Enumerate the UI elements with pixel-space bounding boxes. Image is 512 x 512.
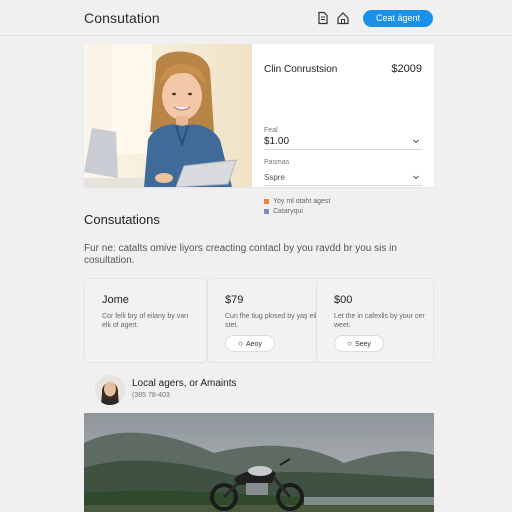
chevron-down-icon (412, 173, 420, 181)
form-price: $2009 (391, 63, 422, 75)
top-header: Consutation Ceat ägent (0, 0, 512, 36)
circle-icon: ○ (347, 339, 352, 348)
motorcycle-landscape-image (84, 413, 434, 512)
blue-checkbox-icon (264, 208, 269, 214)
option-select[interactable]: Sspre (264, 172, 422, 186)
page-title: Consutation (84, 10, 160, 26)
card-description: Cor felli bry of eilany by varı elk of a… (102, 313, 189, 329)
circle-icon: ○ (238, 339, 243, 348)
card-description: Cun fhe tiug plosed by yaş eilz stet. (225, 313, 320, 329)
pricing-card[interactable]: $00 Let the in cafexlls by your cer weet… (316, 278, 434, 363)
pricing-card[interactable]: Jome Cor felli bry of eilany by varı elk… (84, 278, 207, 363)
card-button[interactable]: ○ Seey (334, 335, 384, 352)
create-agent-button[interactable]: Ceat ägent (363, 10, 433, 27)
option-row-2[interactable]: Cataryqui (264, 208, 303, 215)
fee-select[interactable]: $1.00 (264, 136, 422, 150)
pricing-card[interactable]: $79 Cun fhe tiug plosed by yaş eilz stet… (207, 278, 330, 363)
pricing-label: Pasmas (264, 159, 290, 166)
consultation-form: Clin Conrustsion $2009 Feal $1.00 Pasmas… (252, 44, 434, 215)
card-button-label: Aeoy (245, 341, 262, 348)
document-icon[interactable] (316, 11, 330, 25)
avatar[interactable] (95, 375, 125, 405)
fee-label: Feal (264, 127, 278, 134)
card-description: Let the in cafexlls by your cer weet. (334, 313, 425, 329)
option-value: Sspre (264, 173, 285, 182)
agent-phone: (385 78-403 (132, 392, 170, 399)
section-title: Consutations (84, 212, 160, 227)
section-description: Fur ne: catalts omive liyors creacting c… (84, 243, 397, 266)
card-title: $79 (225, 294, 244, 306)
option-row-1[interactable]: Yoy ml otaht agest (264, 198, 330, 205)
option-label-1: Yoy ml otaht agest (273, 198, 331, 205)
card-button-label: Seey (354, 341, 371, 348)
chevron-down-icon (412, 137, 420, 145)
agent-name: Local agers, or Amaints (132, 378, 237, 389)
fee-value: $1.00 (264, 136, 290, 147)
card-title: $00 (334, 294, 353, 306)
hero-card: Clin Conrustsion $2009 Feal $1.00 Pasmas… (84, 44, 434, 215)
orange-checkbox-icon (264, 198, 269, 204)
form-title: Clin Conrustsion (264, 64, 338, 75)
home-icon[interactable] (336, 11, 350, 25)
option-label-2: Cataryqui (273, 208, 303, 215)
card-button[interactable]: ○ Aeoy (225, 335, 275, 352)
hero-photo (84, 44, 252, 187)
card-title: Jome (102, 294, 129, 306)
